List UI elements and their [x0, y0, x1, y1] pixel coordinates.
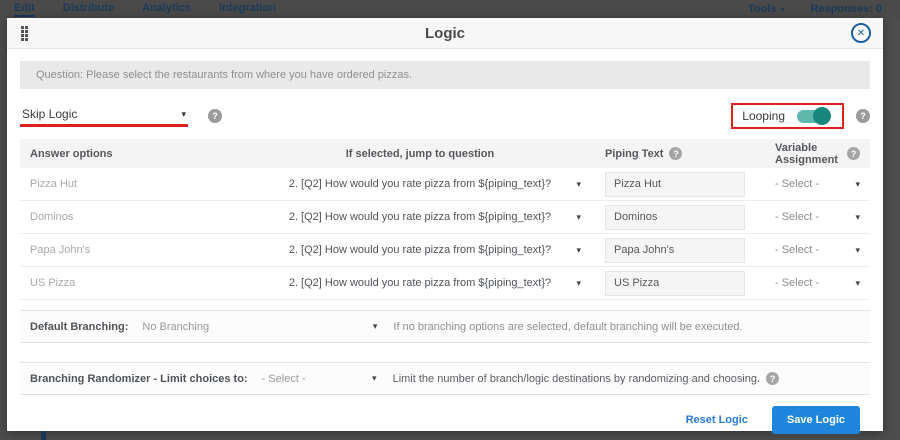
variable-assignment-select[interactable]: - Select - ▾: [765, 211, 870, 223]
variable-assignment-select[interactable]: - Select - ▾: [765, 178, 870, 190]
piping-text-input[interactable]: [605, 205, 745, 230]
jump-question-select[interactable]: 2. [Q2] How would you rate pizza from ${…: [245, 211, 595, 223]
answer-option-label: US Pizza: [20, 277, 245, 289]
jump-question-select[interactable]: 2. [Q2] How would you rate pizza from ${…: [245, 178, 595, 190]
header-jump-to-question: If selected, jump to question: [245, 148, 595, 160]
chevron-down-icon: ▾: [576, 245, 581, 256]
looping-toggle[interactable]: [797, 110, 829, 123]
chevron-down-icon: ▾: [576, 212, 581, 223]
jump-question-select[interactable]: 2. [Q2] How would you rate pizza from ${…: [245, 277, 595, 289]
jump-question-value: 2. [Q2] How would you rate pizza from ${…: [289, 244, 551, 256]
table-row: Papa John's 2. [Q2] How would you rate p…: [20, 234, 870, 267]
help-icon[interactable]: ?: [856, 109, 870, 123]
modal-header: Logic ✕: [7, 18, 883, 49]
chevron-down-icon: ▾: [780, 5, 784, 14]
drag-handle-icon[interactable]: [21, 26, 28, 41]
chevron-down-icon: ▾: [855, 212, 860, 223]
chevron-down-icon: ▾: [855, 179, 860, 190]
variable-assignment-value: - Select -: [775, 211, 819, 223]
save-logic-button[interactable]: Save Logic: [772, 406, 860, 434]
chevron-down-icon: ▾: [576, 278, 581, 289]
default-branching-description: If no branching options are selected, de…: [393, 321, 742, 333]
chevron-down-icon: ▾: [855, 278, 860, 289]
logic-type-row: Skip Logic ▾ ? Looping ?: [20, 101, 870, 131]
table-row: Dominos 2. [Q2] How would you rate pizza…: [20, 201, 870, 234]
tools-dropdown[interactable]: Tools ▾: [748, 3, 785, 15]
branching-randomizer-value: - Select -: [262, 373, 306, 385]
logic-type-select[interactable]: Skip Logic ▾: [20, 105, 188, 127]
default-branching-label: Default Branching:: [30, 321, 128, 333]
branching-randomizer-description: Limit the number of branch/logic destina…: [393, 372, 780, 385]
menu-item-analytics[interactable]: Analytics: [142, 2, 191, 17]
branching-randomizer-select[interactable]: - Select - ▾: [262, 373, 377, 385]
header-variable-assignment: Variable Assignment: [775, 142, 841, 166]
menu-item-distribute[interactable]: Distribute: [63, 2, 114, 17]
variable-assignment-value: - Select -: [775, 244, 819, 256]
header-piping-text: Piping Text: [605, 148, 663, 160]
piping-text-input[interactable]: [605, 238, 745, 263]
logic-type-value: Skip Logic: [22, 107, 77, 121]
piping-text-input[interactable]: [605, 172, 745, 197]
variable-assignment-value: - Select -: [775, 277, 819, 289]
help-icon[interactable]: ?: [766, 372, 779, 385]
logic-modal: Logic ✕ Question: Please select the rest…: [7, 18, 883, 431]
help-icon[interactable]: ?: [208, 109, 222, 123]
chevron-down-icon: ▾: [373, 321, 378, 332]
responses-count: Responses: 0: [810, 3, 882, 15]
question-banner: Question: Please select the restaurants …: [20, 61, 870, 89]
modal-footer: Reset Logic Save Logic: [20, 406, 870, 434]
branching-randomizer-label: Branching Randomizer - Limit choices to:: [30, 373, 248, 385]
branching-randomizer-description-text: Limit the number of branch/logic destina…: [393, 373, 761, 385]
jump-question-select[interactable]: 2. [Q2] How would you rate pizza from ${…: [245, 244, 595, 256]
main-menu: Edit Distribute Analytics Integration: [14, 2, 276, 17]
default-branching-value: No Branching: [142, 321, 209, 333]
jump-question-value: 2. [Q2] How would you rate pizza from ${…: [289, 178, 551, 190]
jump-question-value: 2. [Q2] How would you rate pizza from ${…: [289, 211, 551, 223]
looping-group: Looping ?: [731, 103, 870, 129]
toggle-knob: [813, 107, 831, 125]
modal-title: Logic: [425, 25, 465, 42]
table-row: Pizza Hut 2. [Q2] How would you rate piz…: [20, 168, 870, 201]
help-icon[interactable]: ?: [669, 147, 682, 160]
header-answer-options: Answer options: [20, 148, 245, 160]
variable-assignment-select[interactable]: - Select - ▾: [765, 244, 870, 256]
default-branching-band: Default Branching: No Branching ▾ If no …: [20, 310, 870, 343]
variable-assignment-value: - Select -: [775, 178, 819, 190]
piping-text-input[interactable]: [605, 271, 745, 296]
chevron-down-icon: ▾: [576, 179, 581, 190]
jump-question-value: 2. [Q2] How would you rate pizza from ${…: [289, 277, 551, 289]
table-header-row: Answer options If selected, jump to ques…: [20, 139, 870, 168]
looping-label: Looping: [742, 109, 785, 123]
answer-option-label: Dominos: [20, 211, 245, 223]
red-box-annotation: Looping: [731, 103, 844, 129]
close-icon[interactable]: ✕: [851, 23, 871, 43]
logic-table: Answer options If selected, jump to ques…: [20, 139, 870, 300]
answer-option-label: Pizza Hut: [20, 178, 245, 190]
red-underline-annotation: [20, 124, 188, 127]
menu-item-edit[interactable]: Edit: [14, 2, 35, 17]
menu-item-integration[interactable]: Integration: [219, 2, 276, 17]
variable-assignment-select[interactable]: - Select - ▾: [765, 277, 870, 289]
help-icon[interactable]: ?: [847, 147, 860, 160]
reset-logic-link[interactable]: Reset Logic: [686, 414, 748, 426]
chevron-down-icon: ▾: [181, 109, 186, 120]
branching-randomizer-band: Branching Randomizer - Limit choices to:…: [20, 362, 870, 395]
chevron-down-icon: ▾: [855, 245, 860, 256]
background-page-artifact: [41, 431, 46, 440]
default-branching-select[interactable]: No Branching ▾: [142, 321, 377, 333]
answer-option-label: Papa John's: [20, 244, 245, 256]
table-row: US Pizza 2. [Q2] How would you rate pizz…: [20, 267, 870, 300]
tools-label: Tools: [748, 3, 777, 15]
chevron-down-icon: ▾: [372, 373, 377, 384]
top-navigation-bar: Edit Distribute Analytics Integration To…: [0, 0, 900, 18]
